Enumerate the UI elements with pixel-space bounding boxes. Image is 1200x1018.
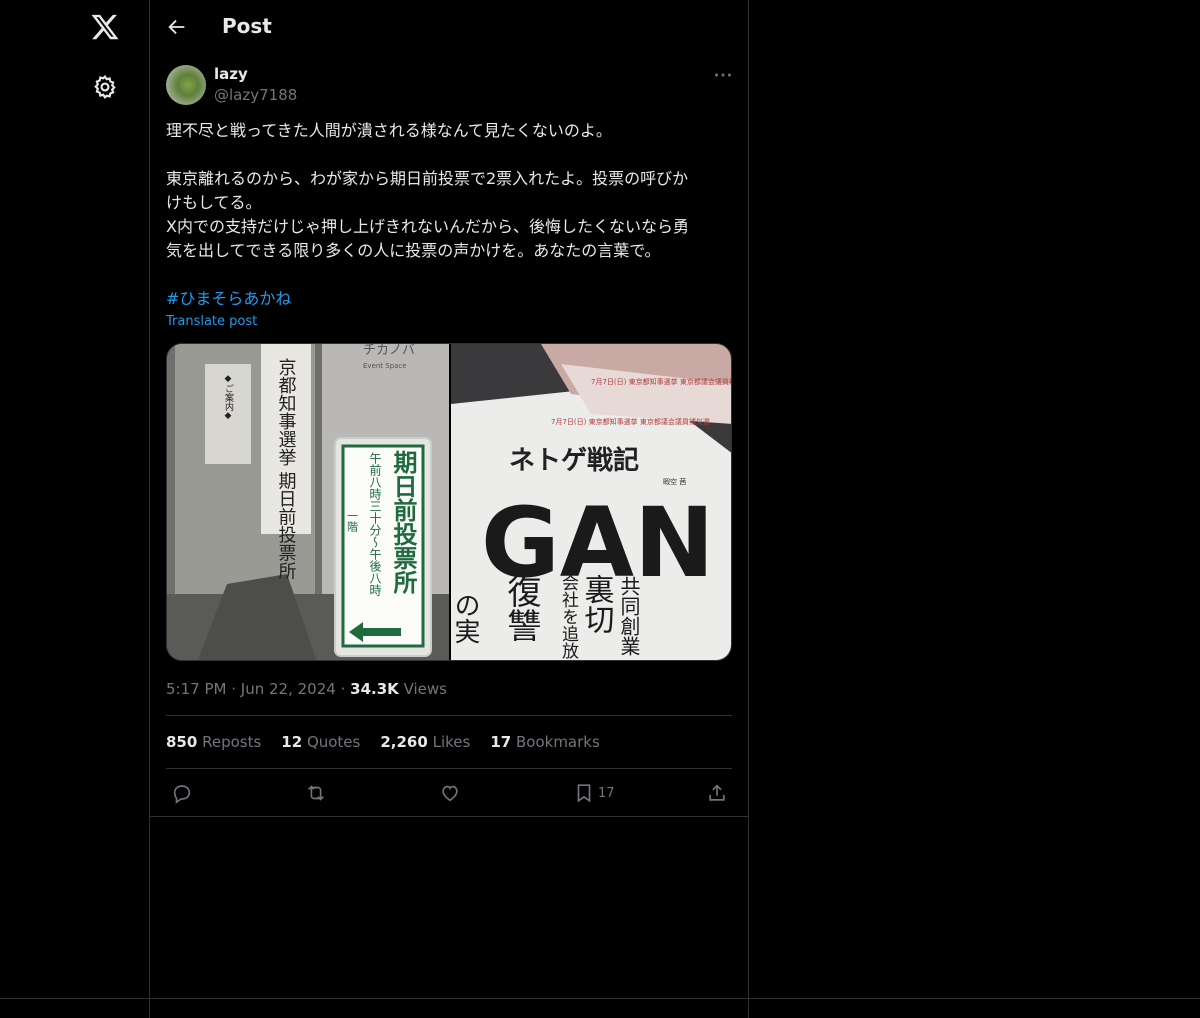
divider [166, 715, 732, 716]
top-bar: Post [150, 0, 748, 53]
media-grid: 京都知事選挙 期日前投票所 ◆ご案内◆ チカノバ Event Space 期日前… [166, 343, 732, 661]
avatar[interactable] [166, 65, 206, 105]
likes-count: 2,260 [380, 733, 428, 751]
gear-icon[interactable] [92, 74, 118, 100]
photo-book-cover[interactable]: 7月7日(日) 東京都知事選挙 東京都議会議員補欠選 7月7日(日) 東京都知事… [451, 344, 732, 661]
likes-label: Likes [432, 733, 471, 751]
author-handle[interactable]: @lazy7188 [214, 86, 297, 104]
bottom-divider [0, 998, 1200, 999]
right-k2: 復讐 [501, 574, 541, 642]
left-room: チカノバ [363, 344, 415, 358]
post-text: 理不尽と戦ってきた人間が潰される様なんて見たくないのよ。 東京離れるのから、わが… [166, 121, 689, 260]
divider [166, 768, 732, 769]
right-k4: 裏切 [579, 574, 615, 634]
reposts-stat[interactable]: 850 Reposts [166, 733, 261, 751]
reposts-count: 850 [166, 733, 198, 751]
author-name[interactable]: lazy [214, 65, 248, 83]
sidebar [0, 0, 149, 1018]
engagement-stats: 850 Reposts 12 Quotes 2,260 Likes 17 Boo… [166, 733, 600, 751]
reply-icon[interactable] [171, 782, 193, 804]
hashtag-link[interactable]: #ひまそらあかね [166, 287, 291, 311]
quotes-stat[interactable]: 12 Quotes [281, 733, 360, 751]
right-k5: 共同創業 [617, 576, 641, 656]
share-icon[interactable] [706, 782, 728, 804]
bookmarks-label: Bookmarks [515, 733, 600, 751]
right-k3: 会社を追放 [558, 574, 579, 659]
left-room-sub: Event Space [363, 362, 407, 370]
bookmarks-stat[interactable]: 17 Bookmarks [490, 733, 599, 751]
bookmark-icon[interactable] [573, 782, 595, 804]
repost-icon[interactable] [305, 782, 327, 804]
page-title: Post [222, 14, 272, 38]
left-poster-text: 京都知事選挙 期日前投票所 [276, 358, 297, 580]
left-sign-sub: 午前八時三十分～午後八時 [368, 452, 382, 596]
views-count: 34.3K [350, 680, 399, 698]
more-icon[interactable] [712, 64, 734, 86]
like-icon[interactable] [439, 782, 461, 804]
right-k1: の実 [451, 592, 480, 644]
post-time[interactable]: 5:17 PM [166, 680, 226, 698]
left-sign-text: 期日前投票所 [389, 450, 417, 595]
right-flyer2: 7月7日(日) 東京都知事選挙 東京都議会議員補欠選 [551, 417, 710, 426]
bookmarks-count: 17 [490, 733, 512, 751]
right-author: 暇空 茜 [663, 477, 686, 486]
right-title: ネトゲ戦記 [509, 445, 639, 476]
likes-stat[interactable]: 2,260 Likes [380, 733, 470, 751]
x-logo-icon[interactable] [90, 12, 120, 42]
left-sign-floor: 一階 [346, 510, 359, 533]
action-bar: 17 [150, 770, 748, 816]
translate-post-link[interactable]: Translate post [166, 314, 257, 329]
meta-sep-2: · [340, 680, 346, 698]
divider [150, 816, 748, 817]
post-meta: 5:17 PM · Jun 22, 2024 · 34.3K Views [166, 680, 447, 698]
quotes-label: Quotes [306, 733, 361, 751]
reposts-label: Reposts [202, 733, 262, 751]
post-column: Post lazy @lazy7188 理不尽と戦ってきた人間が潰される様なんて… [149, 0, 749, 1018]
meta-sep: · [231, 680, 237, 698]
views-label: Views [403, 680, 447, 698]
left-notice: ◆ご案内◆ [223, 374, 234, 421]
back-arrow-icon[interactable] [166, 16, 188, 38]
photo-polling-station[interactable]: 京都知事選挙 期日前投票所 ◆ご案内◆ チカノバ Event Space 期日前… [167, 344, 449, 661]
post-date[interactable]: Jun 22, 2024 [241, 680, 336, 698]
right-flyer1: 7月7日(日) 東京都知事選挙 東京都議会議員補欠選 [591, 377, 732, 386]
quotes-count: 12 [281, 733, 303, 751]
bookmark-count: 17 [598, 786, 615, 801]
